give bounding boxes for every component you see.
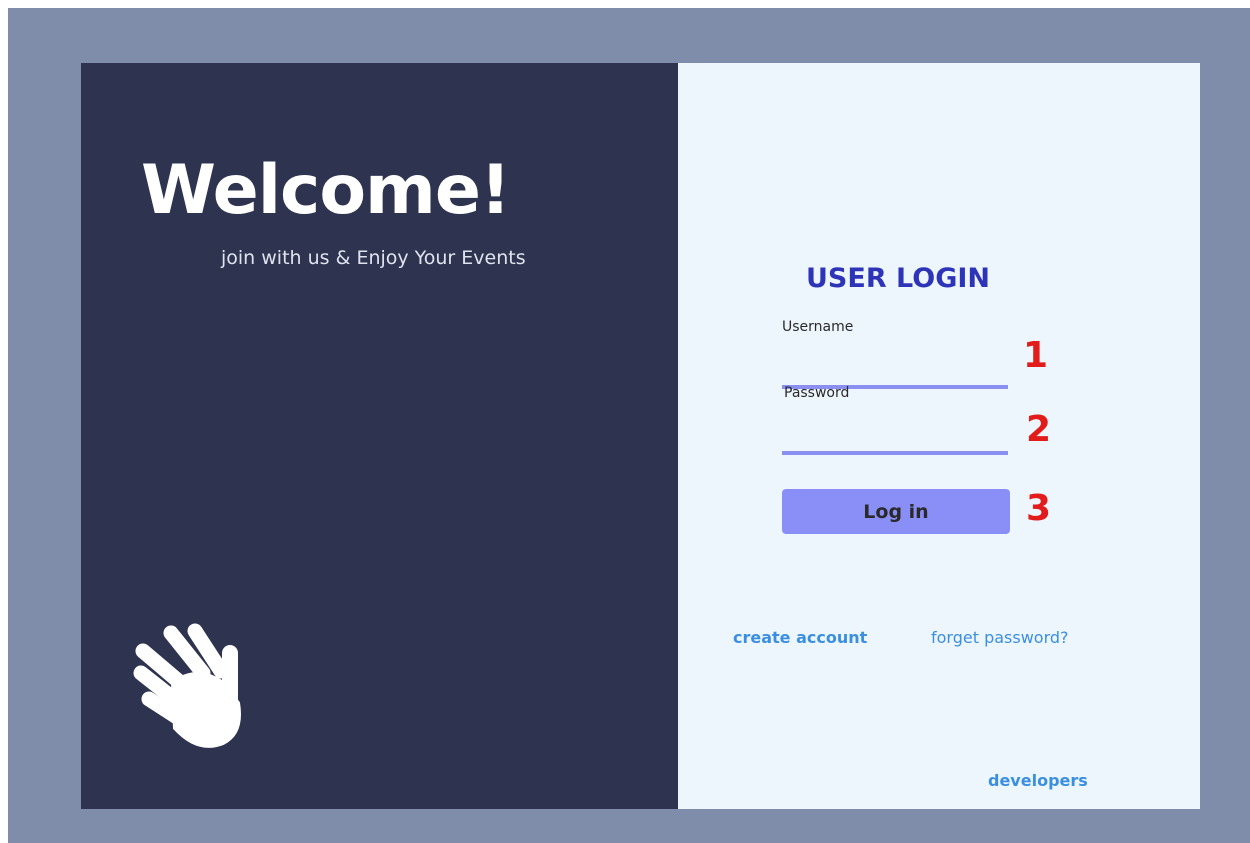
welcome-tagline: join with us & Enjoy Your Events <box>221 247 526 269</box>
login-panel: USER LOGIN Username Password Log in 1 2 … <box>678 63 1200 809</box>
password-input[interactable] <box>782 419 1008 455</box>
waving-hand-icon <box>133 623 241 748</box>
password-label: Password <box>784 385 850 401</box>
login-title: USER LOGIN <box>806 263 991 294</box>
username-input[interactable] <box>782 353 1008 389</box>
developers-link[interactable]: developers <box>988 771 1088 790</box>
welcome-heading: Welcome! <box>141 151 511 230</box>
app-backdrop: Welcome! join with us & Enjoy Your Event… <box>8 8 1250 843</box>
annotation-1: 1 <box>1023 335 1049 376</box>
create-account-link[interactable]: create account <box>733 628 867 647</box>
login-window: Welcome! join with us & Enjoy Your Event… <box>81 63 1200 809</box>
username-label: Username <box>782 319 854 335</box>
annotation-2: 2 <box>1026 409 1052 450</box>
login-button[interactable]: Log in <box>782 489 1010 534</box>
welcome-panel: Welcome! join with us & Enjoy Your Event… <box>81 63 678 809</box>
forget-password-link[interactable]: forget password? <box>931 628 1069 647</box>
annotation-3: 3 <box>1026 488 1052 529</box>
